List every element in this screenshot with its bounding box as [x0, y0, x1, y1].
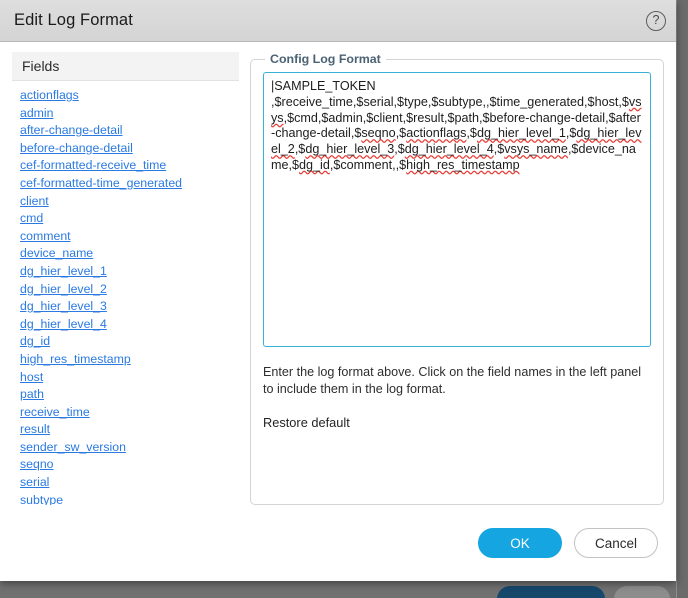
dialog-titlebar: Edit Log Format ?: [0, 0, 676, 42]
spellcheck-token: seqno: [361, 126, 396, 141]
restore-default-link[interactable]: Restore default: [263, 415, 350, 430]
spellcheck-token: vsys: [271, 94, 642, 125]
spellcheck-token: actionflags: [406, 126, 467, 141]
fields-list: actionflags admin after-change-detail be…: [12, 81, 239, 505]
field-link-receive-time[interactable]: receive_time: [20, 404, 90, 422]
config-panel: Config Log Format |SAMPLE_TOKEN ,$receiv…: [250, 52, 664, 505]
edit-log-format-dialog: Edit Log Format ? Fields actionflags adm…: [0, 0, 676, 581]
fields-panel: Fields actionflags admin after-change-de…: [6, 52, 239, 505]
field-link-cmd[interactable]: cmd: [20, 210, 43, 228]
field-link-cef-formatted-receive-time[interactable]: cef-formatted-receive_time: [20, 157, 166, 175]
fields-panel-header: Fields: [12, 52, 239, 81]
field-link-admin[interactable]: admin: [20, 105, 54, 123]
spellcheck-token: high_res_timestamp: [406, 157, 520, 172]
background-primary-button: [497, 586, 605, 598]
spellcheck-token: dg_hier_level_4: [404, 142, 494, 157]
field-link-path[interactable]: path: [20, 386, 44, 404]
field-link-actionflags[interactable]: actionflags: [20, 87, 79, 105]
field-link-after-change-detail[interactable]: after-change-detail: [20, 122, 123, 140]
field-link-dg-hier-level-1[interactable]: dg_hier_level_1: [20, 263, 107, 281]
field-link-device-name[interactable]: device_name: [20, 245, 93, 263]
dialog-body: Fields actionflags admin after-change-de…: [0, 42, 676, 505]
log-format-textarea[interactable]: |SAMPLE_TOKEN ,$receive_time,$serial,$ty…: [263, 72, 651, 347]
field-link-before-change-detail[interactable]: before-change-detail: [20, 140, 133, 158]
page-right-edge-line: [676, 0, 677, 598]
spellcheck-token: dg_hier_level_3: [305, 142, 395, 157]
log-format-content: |SAMPLE_TOKEN ,$receive_time,$serial,$ty…: [271, 79, 642, 172]
field-link-subtype[interactable]: subtype: [20, 492, 63, 505]
spellcheck-token: vsys_name: [504, 142, 568, 157]
field-link-client[interactable]: client: [20, 193, 49, 211]
spellcheck-token: dg_id: [299, 157, 330, 172]
field-link-seqno[interactable]: seqno: [20, 456, 54, 474]
background-secondary-button: [614, 586, 670, 598]
field-link-dg-hier-level-3[interactable]: dg_hier_level_3: [20, 298, 107, 316]
cancel-button[interactable]: Cancel: [573, 528, 658, 558]
ok-button[interactable]: OK: [477, 528, 562, 558]
field-link-sender-sw-version[interactable]: sender_sw_version: [20, 439, 126, 457]
config-log-format-fieldset: Config Log Format |SAMPLE_TOKEN ,$receiv…: [250, 52, 664, 505]
field-link-cef-formatted-time-generated[interactable]: cef-formatted-time_generated: [20, 175, 182, 193]
field-link-host[interactable]: host: [20, 369, 43, 387]
helper-text: Enter the log format above. Click on the…: [263, 365, 642, 396]
help-icon[interactable]: ?: [646, 10, 666, 31]
field-link-result[interactable]: result: [20, 421, 50, 439]
page-right-edge: [676, 0, 688, 598]
spellcheck-token: dg_hier_level_1: [476, 126, 566, 141]
field-link-dg-id[interactable]: dg_id: [20, 333, 50, 351]
field-link-dg-hier-level-4[interactable]: dg_hier_level_4: [20, 316, 107, 334]
dialog-title: Edit Log Format: [14, 11, 133, 29]
field-link-high-res-timestamp[interactable]: high_res_timestamp: [20, 351, 131, 369]
config-log-format-legend: Config Log Format: [270, 52, 381, 66]
field-link-comment[interactable]: comment: [20, 228, 71, 246]
field-link-dg-hier-level-2[interactable]: dg_hier_level_2: [20, 281, 107, 299]
page-root: Edit Log Format ? Fields actionflags adm…: [0, 0, 688, 598]
dialog-footer: OK Cancel: [0, 505, 676, 581]
field-link-serial[interactable]: serial: [20, 474, 49, 492]
